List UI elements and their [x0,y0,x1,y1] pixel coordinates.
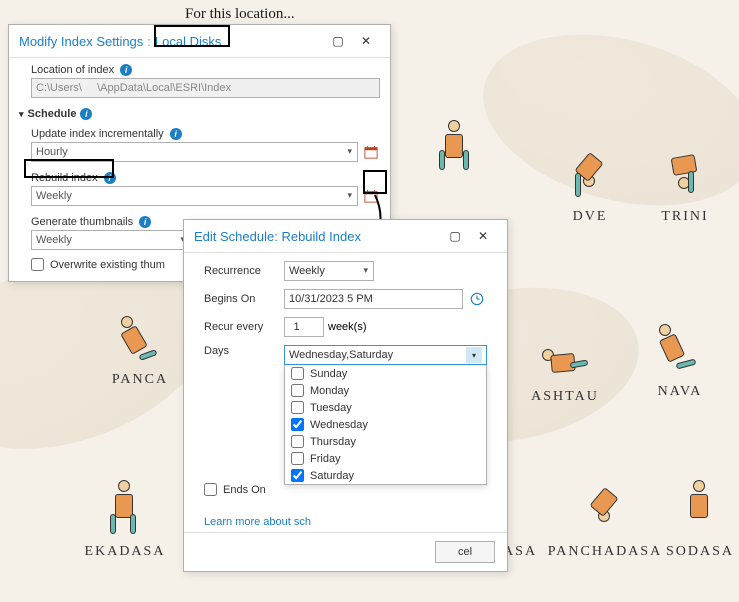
info-icon[interactable]: i [104,172,116,184]
learn-more-link[interactable]: Learn more about sch [184,512,331,532]
yoga-label: ASHTAU [531,389,599,405]
info-icon[interactable]: i [170,128,182,140]
days-value: Wednesday,Saturday [289,349,393,361]
yoga-figure: PANCHADASA [545,480,665,570]
calendar-button-update[interactable] [362,143,380,161]
recurrence-label: Recurrence [204,265,284,277]
location-label: Location of index i [9,58,390,78]
recur-spinner[interactable] [284,317,324,337]
location-input[interactable] [31,78,380,98]
day-label: Tuesday [310,402,352,414]
clock-button[interactable] [467,289,487,309]
day-checkbox[interactable] [291,384,304,397]
days-popup: Sunday Monday Tuesday Wednesday Thursday Frid… [284,365,487,485]
yoga-figure: TRINI [650,145,720,235]
yoga-figure [420,120,490,210]
chevron-down-icon[interactable]: ▾ [466,347,482,363]
day-option[interactable]: Saturday [285,467,486,484]
yoga-figure: DVE [555,145,625,235]
annotation-location: For this location... [185,6,295,23]
day-label: Thursday [310,436,356,448]
day-checkbox[interactable] [291,367,304,380]
yoga-figure: EKADASA [70,480,180,570]
overwrite-checkbox[interactable] [31,258,44,271]
close-button[interactable]: ✕ [469,226,497,246]
day-label: Saturday [310,470,354,482]
day-checkbox[interactable] [291,401,304,414]
dialog-title-prefix: Modify Index Settings [19,34,143,49]
yoga-figure: SODASA [660,480,739,570]
thumbs-combo[interactable] [31,230,191,250]
days-label: Days [204,345,284,357]
yoga-label: PANCA [112,372,168,388]
ends-on-checkbox[interactable] [204,483,217,496]
yoga-label: EKADASA [85,544,166,560]
yoga-label: PANCHADASA [548,544,662,560]
dialog-titlebar: Edit Schedule: Rebuild Index ▢ ✕ [184,220,507,253]
day-checkbox[interactable] [291,435,304,448]
begins-input[interactable] [284,289,463,309]
cancel-button[interactable]: cel [435,541,495,563]
update-label: Update index incrementally i [9,122,390,142]
update-combo[interactable] [31,142,358,162]
rebuild-label: Rebuild index i [9,166,390,186]
day-label: Wednesday [310,419,368,431]
dialog-title-tab: Local Disks [155,34,221,49]
day-label: Friday [310,453,341,465]
day-option[interactable]: Wednesday [285,416,486,433]
day-label: Sunday [310,368,347,380]
maximize-button[interactable]: ▢ [324,31,352,51]
yoga-figure: NAVA [645,320,715,410]
yoga-figure: ASHTAU [530,325,600,415]
day-checkbox[interactable] [291,452,304,465]
day-option[interactable]: Tuesday [285,399,486,416]
schedule-section[interactable]: ▾ Schedule i [9,102,390,122]
recur-unit: week(s) [328,321,367,333]
calendar-button-rebuild[interactable] [362,187,380,205]
close-button[interactable]: ✕ [352,31,380,51]
day-option[interactable]: Thursday [285,433,486,450]
maximize-button[interactable]: ▢ [441,226,469,246]
dialog-title: Edit Schedule: Rebuild Index [194,229,361,244]
info-icon[interactable]: i [120,64,132,76]
recur-label: Recur every [204,321,284,333]
yoga-label: SODASA [666,544,734,560]
yoga-label: NAVA [658,384,703,400]
rebuild-combo[interactable] [31,186,358,206]
info-icon[interactable]: i [139,216,151,228]
day-option[interactable]: Sunday [285,365,486,382]
yoga-figure: PANCA [105,308,175,398]
day-option[interactable]: Friday [285,450,486,467]
day-label: Monday [310,385,349,397]
yoga-label: DVE [573,209,608,225]
day-checkbox[interactable] [291,418,304,431]
day-option[interactable]: Monday [285,382,486,399]
chevron-down-icon: ▾ [19,109,24,120]
days-dropdown[interactable]: Wednesday,Saturday ▾ SundayMondayTuesday… [284,345,487,365]
begins-label: Begins On [204,293,284,305]
recurrence-combo[interactable] [284,261,374,281]
day-checkbox[interactable] [291,469,304,482]
info-icon[interactable]: i [80,108,92,120]
overwrite-label: Overwrite existing thum [50,259,165,271]
ends-on-label: Ends On [223,484,266,496]
edit-schedule-dialog: Edit Schedule: Rebuild Index ▢ ✕ Recurre… [183,219,508,572]
dialog-titlebar: Modify Index Settings : Local Disks ▢ ✕ [9,25,390,58]
yoga-label: TRINI [661,209,708,225]
